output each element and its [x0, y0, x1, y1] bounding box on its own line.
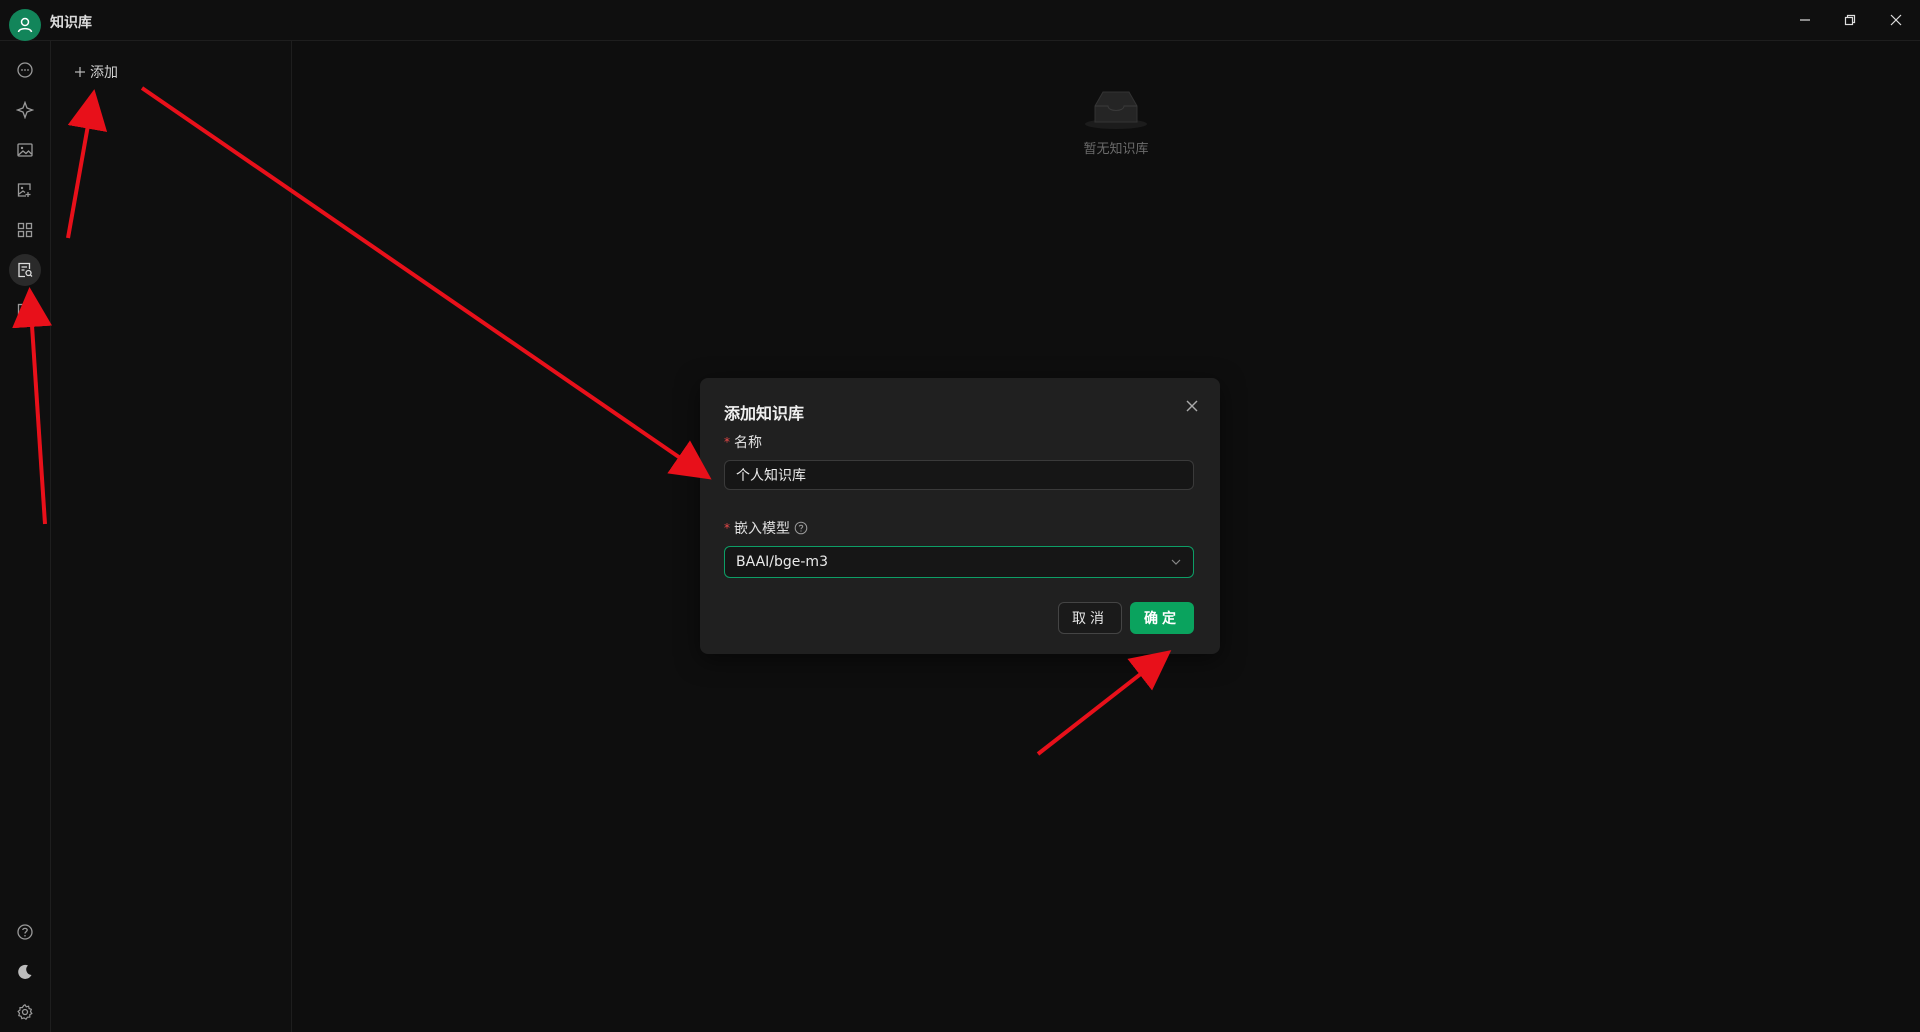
knowledge-list-panel: 添加 [51, 41, 292, 1032]
question-circle-icon[interactable] [794, 521, 808, 535]
name-label-text: 名称 [734, 435, 762, 451]
image-icon [17, 143, 33, 157]
name-field-label: * 名称 [724, 432, 762, 452]
sidebar-item-paintings[interactable] [9, 134, 41, 166]
dialog-close-button[interactable] [1180, 394, 1204, 418]
grid-icon [17, 222, 33, 238]
nav-sidebar [0, 41, 51, 1032]
sidebar-item-help[interactable] [9, 916, 41, 948]
user-avatar[interactable] [9, 9, 41, 41]
sidebar-item-knowledge[interactable] [9, 254, 41, 286]
knowledge-search-icon [18, 262, 33, 278]
embedding-model-select[interactable]: BAAI/bge-m3 [724, 546, 1194, 578]
sidebar-item-apps[interactable] [9, 214, 41, 246]
sidebar-item-agents[interactable] [9, 94, 41, 126]
sparkle-icon [16, 101, 34, 119]
name-input[interactable] [724, 460, 1194, 490]
user-icon [17, 17, 33, 33]
close-icon [1890, 14, 1902, 26]
add-knowledge-button[interactable]: 添加 [74, 62, 118, 82]
add-knowledge-label: 添加 [90, 65, 118, 81]
cancel-button[interactable]: 取消 [1058, 602, 1122, 634]
gear-icon [17, 1004, 33, 1021]
close-window-button[interactable] [1876, 6, 1916, 34]
help-circle-icon [17, 924, 33, 940]
moon-icon [18, 964, 32, 979]
sidebar-item-translate[interactable] [9, 174, 41, 206]
model-label-text: 嵌入模型 [734, 521, 790, 537]
dialog-title: 添加知识库 [724, 404, 805, 423]
plus-icon [75, 67, 85, 77]
sidebar-item-settings[interactable] [9, 996, 41, 1028]
sidebar-item-files[interactable] [9, 294, 41, 326]
empty-inbox-icon [1085, 91, 1147, 129]
sidebar-item-theme[interactable] [9, 956, 41, 988]
close-icon [1186, 400, 1198, 412]
chevron-down-icon [1171, 559, 1181, 565]
empty-text: 暂无知识库 [1083, 142, 1149, 157]
image-edit-icon [17, 183, 31, 197]
add-knowledge-dialog: 添加知识库 * 名称 * 嵌入模型 BAAI/bge-m3 取消 确定 [700, 378, 1220, 654]
title-bar: 知识库 [0, 0, 1920, 41]
embedding-model-value: BAAI/bge-m3 [736, 554, 828, 570]
empty-state: 暂无知识库 [1056, 86, 1176, 157]
required-mark: * [724, 521, 730, 535]
minimize-button[interactable] [1785, 6, 1825, 34]
folder-icon [17, 303, 33, 318]
required-mark: * [724, 435, 730, 449]
ok-button[interactable]: 确定 [1130, 602, 1194, 634]
minimize-icon [1800, 19, 1810, 21]
restore-button[interactable] [1830, 6, 1870, 34]
window-title: 知识库 [50, 15, 92, 31]
restore-icon [1844, 14, 1856, 26]
sidebar-item-chat[interactable] [9, 54, 41, 86]
model-field-label: * 嵌入模型 [724, 518, 808, 538]
chat-bubble-icon [17, 62, 33, 78]
